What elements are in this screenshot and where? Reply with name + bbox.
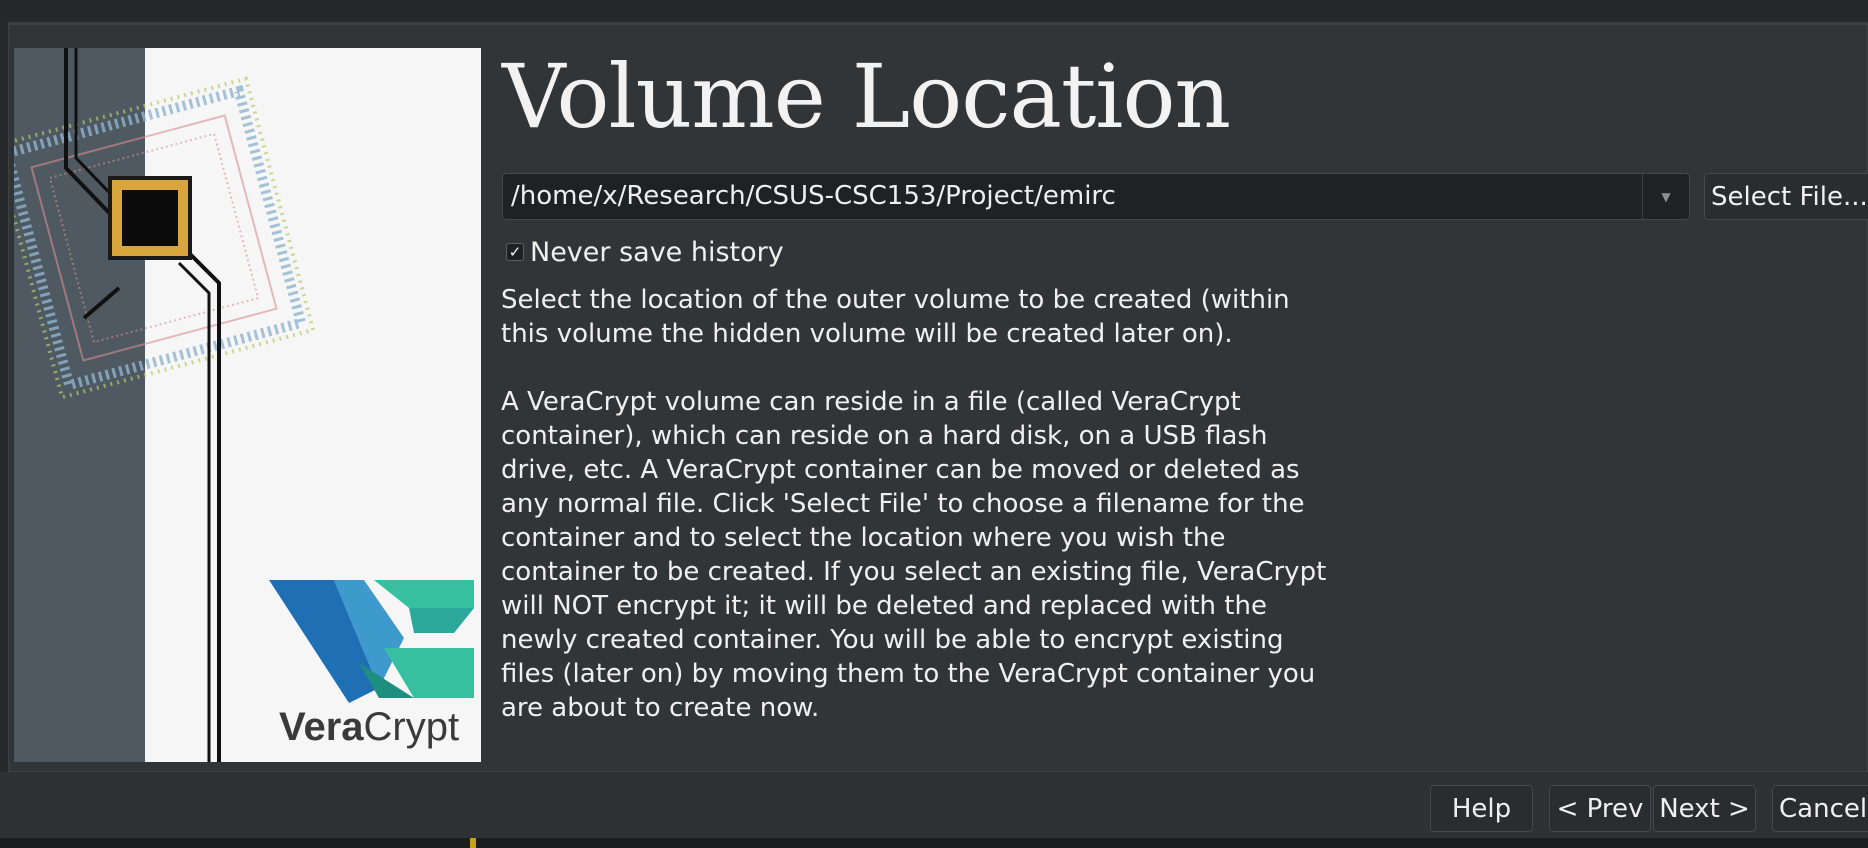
check-icon: ✓ [508,242,522,261]
select-file-button[interactable]: Select File... [1704,173,1868,220]
page-title: Volume Location [502,45,1231,148]
volume-path-input[interactable] [511,174,1641,219]
help-button[interactable]: Help [1430,785,1533,832]
never-save-history-row[interactable]: ✓ Never save history [506,234,784,270]
window-top-edge [0,0,1868,24]
veracrypt-logo-text: VeraCrypt [279,705,459,749]
chevron-down-icon[interactable]: ▼ [1642,174,1689,219]
prev-button[interactable]: < Prev [1549,785,1651,832]
description-paragraph: A VeraCrypt volume can reside in a file … [501,387,1327,723]
window-left-edge [0,22,8,812]
banner-graphic: VeraCrypt [14,48,474,762]
wizard-description: Select the location of the outer volume … [501,283,1341,759]
cancel-button[interactable]: Cancel [1772,785,1868,832]
volume-path-combobox[interactable]: ▼ [502,173,1690,220]
taskbar-accent [470,838,476,848]
never-save-history-label: Never save history [530,236,784,268]
veracrypt-wizard-window: VeraCrypt Volume Location ▼ Select File.… [0,0,1868,848]
veracrypt-banner-image: VeraCrypt [14,48,481,762]
desktop-taskbar-strip [0,838,1868,848]
next-button[interactable]: Next > [1653,785,1756,832]
never-save-history-checkbox[interactable]: ✓ [506,243,524,261]
description-paragraph: Select the location of the outer volume … [501,285,1290,349]
veracrypt-logo-icon [269,580,474,703]
